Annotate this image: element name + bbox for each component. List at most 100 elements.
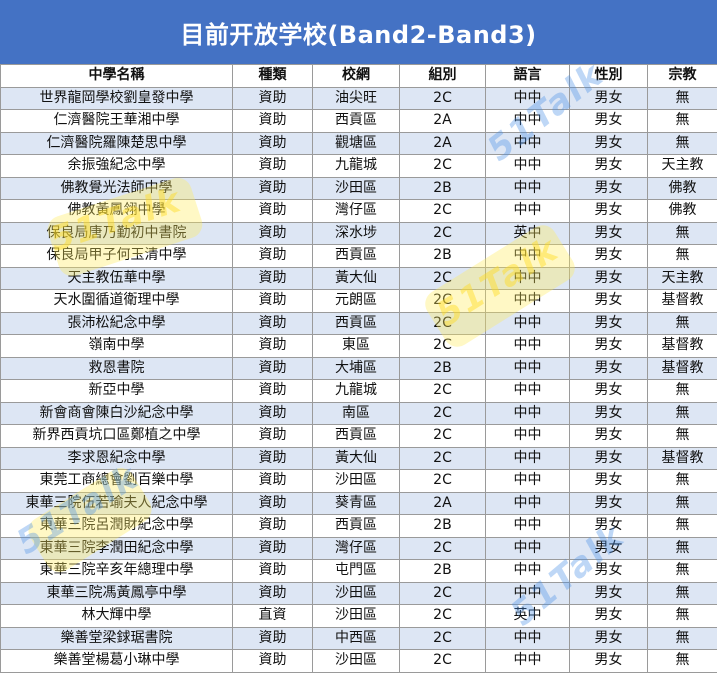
cell-district: 東區 <box>312 334 400 358</box>
cell-school-name: 新會商會陳白沙紀念中學 <box>0 401 233 425</box>
cell-school-name: 救恩書院 <box>0 356 233 380</box>
cell-gender: 男女 <box>569 626 648 650</box>
cell-school-name: 保良局唐乃勤初中書院 <box>0 221 233 245</box>
cell-district: 沙田區 <box>312 604 400 628</box>
cell-school-name: 佛教黃鳳翎中學 <box>0 199 233 223</box>
cell-district: 元朗區 <box>312 289 400 313</box>
cell-language: 中中 <box>485 266 570 290</box>
cell-type: 資助 <box>232 424 313 448</box>
table-row: 救恩書院 資助 大埔區 2B 中中 男女 基督教 <box>0 356 717 380</box>
cell-school-name: 佛教覺光法師中學 <box>0 176 233 200</box>
cell-school-name: 新亞中學 <box>0 379 233 403</box>
cell-band: 2C <box>399 424 486 448</box>
cell-gender: 男女 <box>569 379 648 403</box>
cell-school-name: 嶺南中學 <box>0 334 233 358</box>
cell-language: 中中 <box>485 334 570 358</box>
column-header-language: 語言 <box>485 64 570 88</box>
cell-band: 2C <box>399 649 486 673</box>
cell-religion: 無 <box>647 244 717 268</box>
cell-district: 九龍城 <box>312 379 400 403</box>
cell-gender: 男女 <box>569 176 648 200</box>
cell-religion: 無 <box>647 559 717 583</box>
cell-religion: 基督教 <box>647 356 717 380</box>
table-row: 新亞中學 資助 九龍城 2C 中中 男女無 <box>0 379 717 403</box>
cell-band: 2C <box>399 536 486 560</box>
cell-religion: 佛教 <box>647 176 717 200</box>
cell-school-name: 余振強紀念中學 <box>0 154 233 178</box>
cell-type: 資助 <box>232 469 313 493</box>
table-row: 東華三院馮黃鳳亭中學 資助 沙田區 2C 中中 男女無 <box>0 581 717 605</box>
table-row: 樂善堂楊葛小琳中學 資助 沙田區 2C 中中 男女無 <box>0 649 717 673</box>
cell-gender: 男女 <box>569 424 648 448</box>
cell-gender: 男女 <box>569 401 648 425</box>
cell-language: 中中 <box>485 491 570 515</box>
cell-type: 直資 <box>232 604 313 628</box>
cell-school-name: 天水圍循道衛理中學 <box>0 289 233 313</box>
cell-school-name: 東華三院李潤田紀念中學 <box>0 536 233 560</box>
cell-type: 資助 <box>232 514 313 538</box>
cell-band: 2C <box>399 154 486 178</box>
cell-type: 資助 <box>232 131 313 155</box>
table-row: 余振強紀念中學 資助 九龍城 2C 中中 男女 天主教 <box>0 154 717 178</box>
cell-type: 資助 <box>232 154 313 178</box>
cell-type: 資助 <box>232 334 313 358</box>
cell-gender: 男女 <box>569 446 648 470</box>
table-row: 天主教伍華中學 資助 黃大仙 2C 中中 男女 天主教 <box>0 266 717 290</box>
cell-language: 中中 <box>485 289 570 313</box>
cell-band: 2C <box>399 401 486 425</box>
cell-type: 資助 <box>232 559 313 583</box>
cell-gender: 男女 <box>569 221 648 245</box>
cell-school-name: 仁濟醫院王華湘中學 <box>0 109 233 133</box>
cell-language: 英中 <box>485 221 570 245</box>
cell-band: 2C <box>399 86 486 110</box>
cell-type: 資助 <box>232 221 313 245</box>
cell-language: 中中 <box>485 446 570 470</box>
cell-type: 資助 <box>232 86 313 110</box>
cell-language: 中中 <box>485 176 570 200</box>
cell-type: 資助 <box>232 311 313 335</box>
cell-gender: 男女 <box>569 514 648 538</box>
table-row: 世界龍岡學校劉皇發中學 資助 油尖旺 2C 中中 男女無 <box>0 86 717 110</box>
cell-type: 資助 <box>232 379 313 403</box>
table-row: 新會商會陳白沙紀念中學 資助 南區 2C 中中 男女無 <box>0 401 717 425</box>
cell-band: 2C <box>399 289 486 313</box>
cell-language: 中中 <box>485 131 570 155</box>
cell-band: 2C <box>399 469 486 493</box>
cell-district: 沙田區 <box>312 581 400 605</box>
cell-band: 2B <box>399 176 486 200</box>
cell-religion: 無 <box>647 221 717 245</box>
cell-district: 灣仔區 <box>312 199 400 223</box>
cell-district: 中西區 <box>312 626 400 650</box>
cell-school-name: 天主教伍華中學 <box>0 266 233 290</box>
cell-religion: 基督教 <box>647 446 717 470</box>
cell-type: 資助 <box>232 446 313 470</box>
cell-language: 中中 <box>485 536 570 560</box>
cell-band: 2C <box>399 626 486 650</box>
cell-language: 中中 <box>485 379 570 403</box>
cell-gender: 男女 <box>569 266 648 290</box>
cell-gender: 男女 <box>569 536 648 560</box>
cell-band: 2B <box>399 244 486 268</box>
cell-school-name: 東華三院伍若瑜夫人紀念中學 <box>0 491 233 515</box>
cell-type: 資助 <box>232 199 313 223</box>
cell-district: 西貢區 <box>312 424 400 448</box>
cell-type: 資助 <box>232 581 313 605</box>
cell-religion: 無 <box>647 536 717 560</box>
cell-type: 資助 <box>232 244 313 268</box>
table-row: 佛教黃鳳翎中學 資助 灣仔區 2C 中中 男女 佛教 <box>0 199 717 223</box>
cell-district: 西貢區 <box>312 109 400 133</box>
table-row: 李求恩紀念中學 資助 黃大仙 2C 中中 男女 基督教 <box>0 446 717 470</box>
cell-band: 2A <box>399 131 486 155</box>
cell-language: 中中 <box>485 581 570 605</box>
table-row: 嶺南中學 資助 東區 2C 中中 男女 基督教 <box>0 334 717 358</box>
cell-religion: 無 <box>647 514 717 538</box>
cell-religion: 天主教 <box>647 266 717 290</box>
column-header-school-name: 中學名稱 <box>0 64 233 88</box>
cell-district: 沙田區 <box>312 176 400 200</box>
cell-school-name: 東華三院呂潤財紀念中學 <box>0 514 233 538</box>
cell-language: 中中 <box>485 311 570 335</box>
cell-type: 資助 <box>232 626 313 650</box>
cell-district: 沙田區 <box>312 469 400 493</box>
cell-language: 中中 <box>485 424 570 448</box>
cell-language: 中中 <box>485 514 570 538</box>
